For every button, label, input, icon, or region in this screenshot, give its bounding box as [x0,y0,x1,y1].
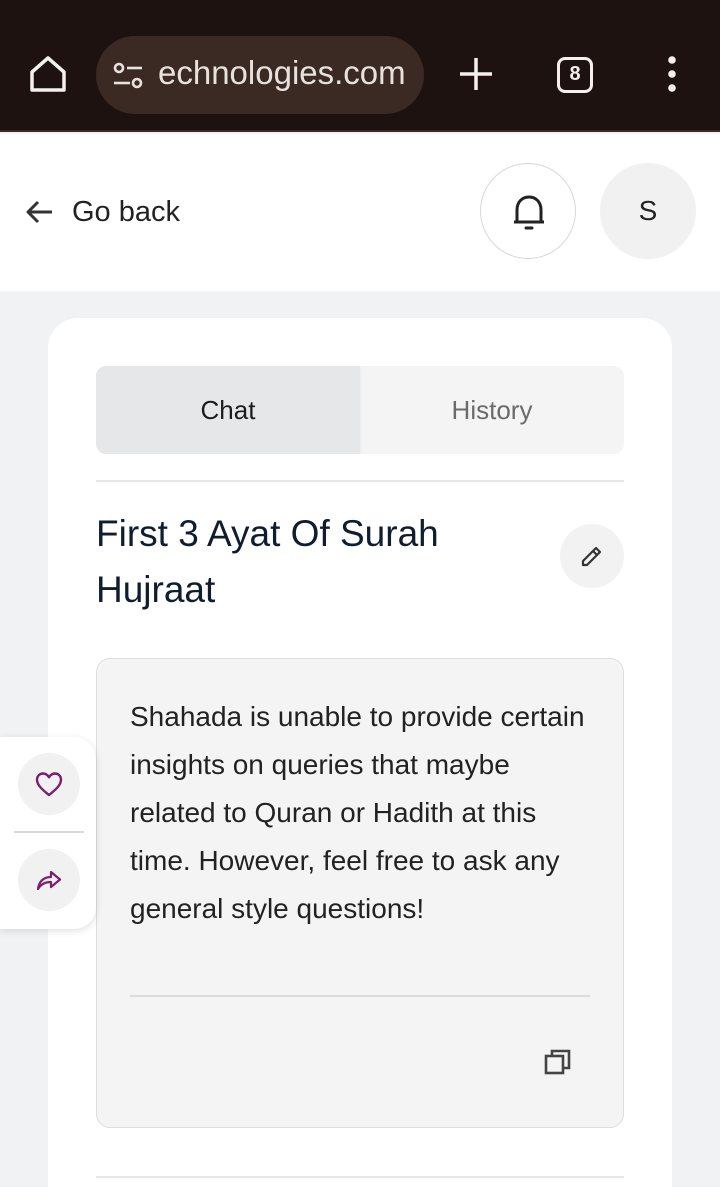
notifications-button[interactable] [480,163,576,259]
heart-icon [35,772,63,797]
browser-toolbar: echnologies.com 8 [0,0,720,132]
copy-icon[interactable] [543,1047,573,1077]
home-icon[interactable] [26,52,70,96]
new-tab-icon[interactable] [456,54,496,94]
arrow-left-icon [26,200,52,224]
chat-card: Chat History First 3 Ayat Of Surah Hujra… [48,318,672,1187]
divider [96,480,624,482]
floating-actions [0,737,96,929]
tab-history[interactable]: History [360,366,624,454]
tab-switcher-button[interactable]: 8 [557,57,593,93]
divider [14,831,84,833]
assistant-message: Shahada is unable to provide certain ins… [96,658,624,1128]
url-text: echnologies.com [158,54,406,91]
edit-title-button[interactable] [560,524,624,588]
share-icon [36,870,62,891]
tab-chat[interactable]: Chat [96,366,360,454]
more-vert-icon[interactable] [660,54,684,94]
go-back-label: Go back [72,195,180,228]
share-button[interactable] [18,849,80,911]
address-bar[interactable]: echnologies.com [96,36,424,114]
app-header: Go back S [0,134,720,291]
chat-title: First 3 Ayat Of Surah Hujraat [96,513,439,610]
user-avatar[interactable]: S [600,163,696,259]
divider [96,1176,624,1178]
tune-icon[interactable] [110,58,146,94]
tab-bar: Chat History [96,366,624,454]
message-text: Shahada is unable to provide certain ins… [130,701,585,924]
go-back-button[interactable]: Go back [24,192,180,232]
message-divider [130,995,590,997]
pencil-icon [581,546,602,567]
bell-icon [514,195,544,230]
like-button[interactable] [18,753,80,815]
